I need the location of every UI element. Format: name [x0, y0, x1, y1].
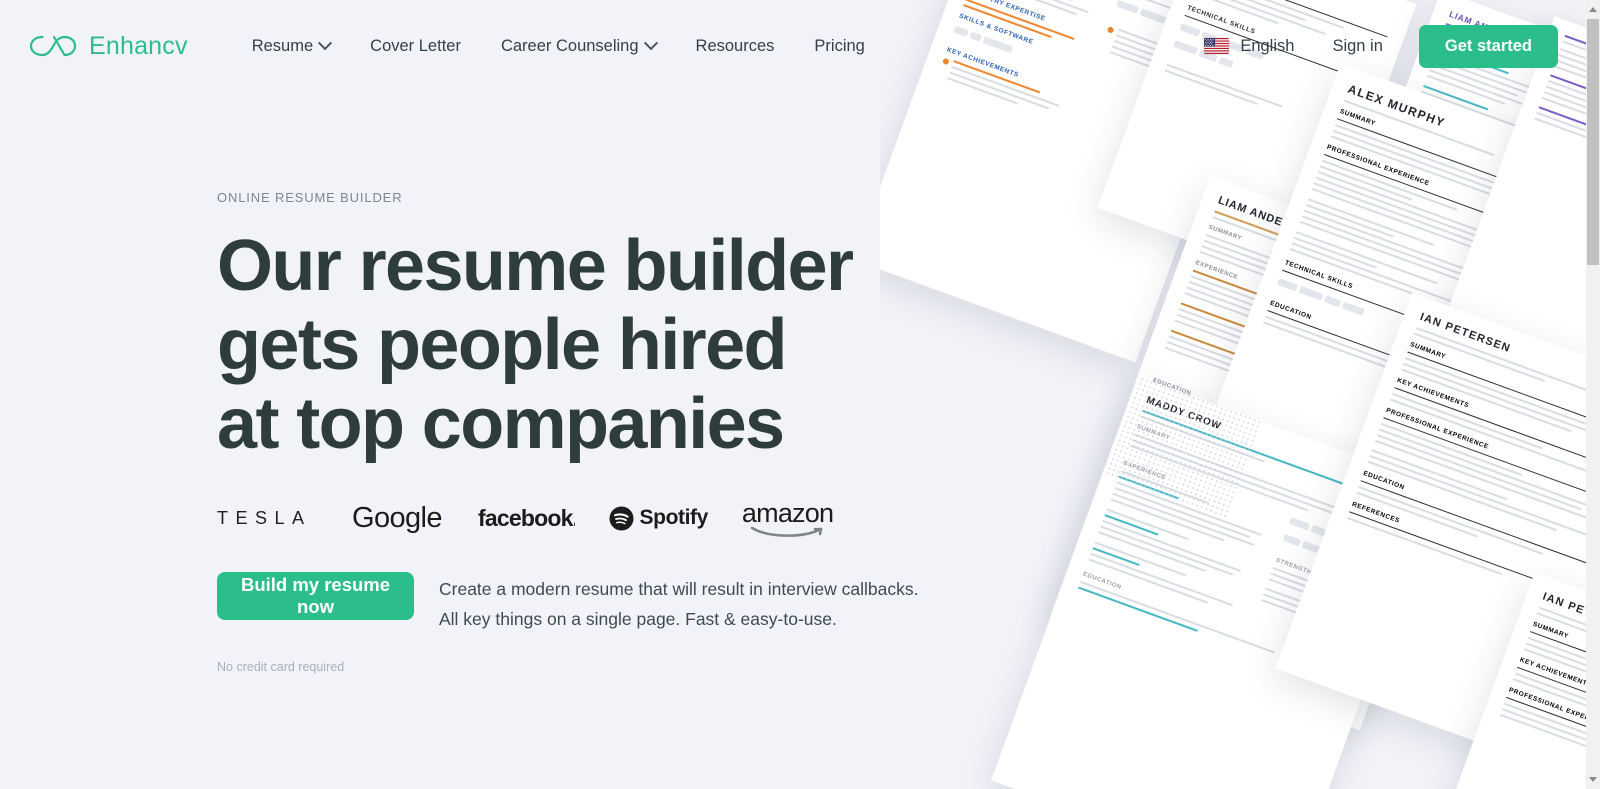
hero-fineprint: No credit card required	[217, 660, 345, 674]
amazon-smile-icon	[750, 526, 822, 537]
site-header: Enhancv Resume Cover Letter Career Couns…	[0, 0, 1586, 92]
nav-item-label: Resume	[251, 36, 314, 55]
nav-item-label: Resources	[695, 36, 775, 55]
nav-item-label: Pricing	[814, 36, 865, 55]
sign-in-link[interactable]: Sign in	[1310, 29, 1404, 64]
scroll-down-arrow-icon[interactable]	[1586, 771, 1600, 788]
language-label: English	[1240, 36, 1295, 55]
vertical-scrollbar[interactable]	[1586, 0, 1600, 789]
nav-item-career-counseling[interactable]: Career Counseling	[481, 29, 676, 64]
spotify-wordmark: Spotify	[639, 506, 709, 529]
get-started-button[interactable]: Get started	[1418, 24, 1558, 68]
spotify-logo: Spotify	[609, 498, 742, 538]
tesla-logo: TESLA	[217, 507, 312, 528]
hero-cta-description: Create a modern resume that will result …	[439, 572, 919, 634]
page-title: Our resume builder gets people hired at …	[217, 226, 854, 464]
svg-text:Google: Google	[352, 503, 442, 534]
hero-cta-row: Build my resume now Create a modern resu…	[217, 572, 957, 634]
facebook-logo: facebook.	[478, 498, 609, 538]
brand-logo-strip: TESLA Google facebook. Spotify amazon	[217, 498, 957, 538]
brand-logo[interactable]: Enhancv	[28, 31, 188, 61]
nav-item-cover-letter[interactable]: Cover Letter	[350, 29, 481, 64]
main-navigation: Resume Cover Letter Career Counseling Re…	[232, 29, 885, 64]
nav-item-label: Cover Letter	[370, 36, 461, 55]
spotify-mark-icon	[609, 506, 634, 530]
page-root: AWARDS INDUSTRY EXPERTISE SKILLS & SOFTW…	[0, 0, 1600, 789]
language-selector[interactable]: English	[1188, 29, 1310, 64]
header-right-actions: English Sign in Get started	[1188, 24, 1586, 68]
scroll-up-arrow-icon[interactable]	[1586, 1, 1600, 18]
hero-section: ONLINE RESUME BUILDER Our resume builder…	[217, 190, 957, 674]
build-resume-button[interactable]: Build my resume now	[217, 572, 414, 620]
nav-item-pricing[interactable]: Pricing	[794, 29, 884, 64]
resume-collage: AWARDS INDUSTRY EXPERTISE SKILLS & SOFTW…	[880, 0, 1600, 789]
nav-item-label: Career Counseling	[500, 36, 639, 55]
nav-item-resume[interactable]: Resume	[232, 29, 350, 64]
vertical-scroll-thumb[interactable]	[1587, 19, 1599, 265]
enhancv-infinity-logo-icon	[28, 31, 80, 61]
nav-item-resources[interactable]: Resources	[676, 29, 795, 64]
google-logo: Google	[352, 498, 478, 538]
hero-cta-description-line1: Create a modern resume that will result …	[439, 579, 919, 599]
us-flag-icon	[1204, 38, 1230, 54]
hero-eyebrow: ONLINE RESUME BUILDER	[217, 190, 403, 205]
svg-text:facebook.: facebook.	[478, 505, 575, 531]
brand-name: Enhancv	[89, 31, 188, 60]
chevron-down-icon	[643, 36, 658, 51]
amazon-logo: amazon	[742, 498, 834, 538]
chevron-down-icon	[318, 36, 333, 51]
hero-cta-description-line2: All key things on a single page. Fast & …	[439, 609, 837, 629]
